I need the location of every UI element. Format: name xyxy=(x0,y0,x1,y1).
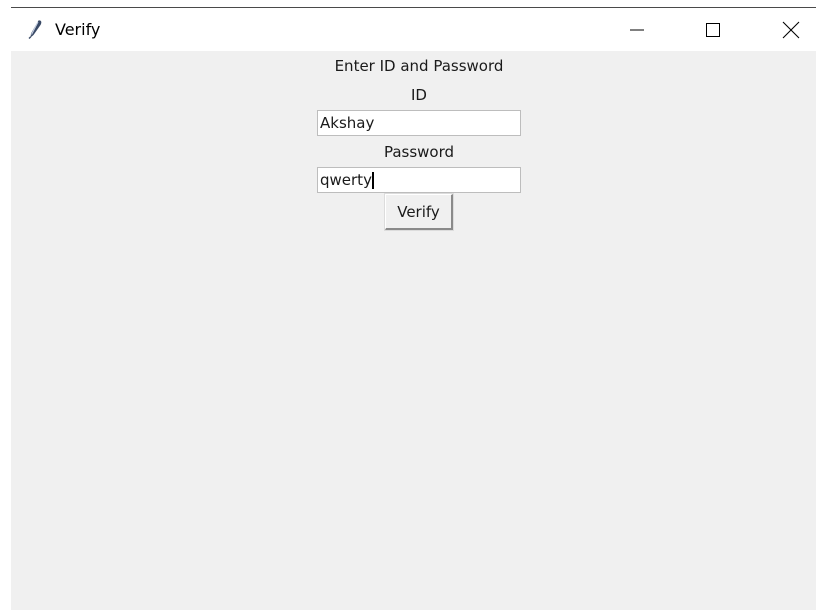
feather-icon xyxy=(25,19,45,40)
password-field-value: qwerty xyxy=(320,171,372,189)
verify-button[interactable]: Verify xyxy=(384,193,454,231)
window-title: Verify xyxy=(55,20,101,39)
text-cursor xyxy=(371,172,374,189)
password-field[interactable]: qwerty xyxy=(317,167,521,193)
id-field-value: Akshay xyxy=(320,114,375,132)
id-label: ID xyxy=(411,86,427,104)
maximize-icon xyxy=(706,22,720,37)
minimize-button[interactable] xyxy=(614,8,660,51)
id-field[interactable]: Akshay xyxy=(317,110,521,136)
close-icon xyxy=(782,21,800,38)
password-label: Password xyxy=(383,143,455,161)
minimize-icon xyxy=(630,29,644,30)
title-bar[interactable]: Verify xyxy=(11,8,816,51)
form-area: Enter ID and Password ID Akshay Password… xyxy=(11,51,816,611)
close-button[interactable] xyxy=(768,8,814,51)
form-heading: Enter ID and Password xyxy=(334,57,504,75)
maximize-button[interactable] xyxy=(690,8,736,51)
app-window: Verify Enter ID and Password ID Akshay P… xyxy=(11,7,816,610)
